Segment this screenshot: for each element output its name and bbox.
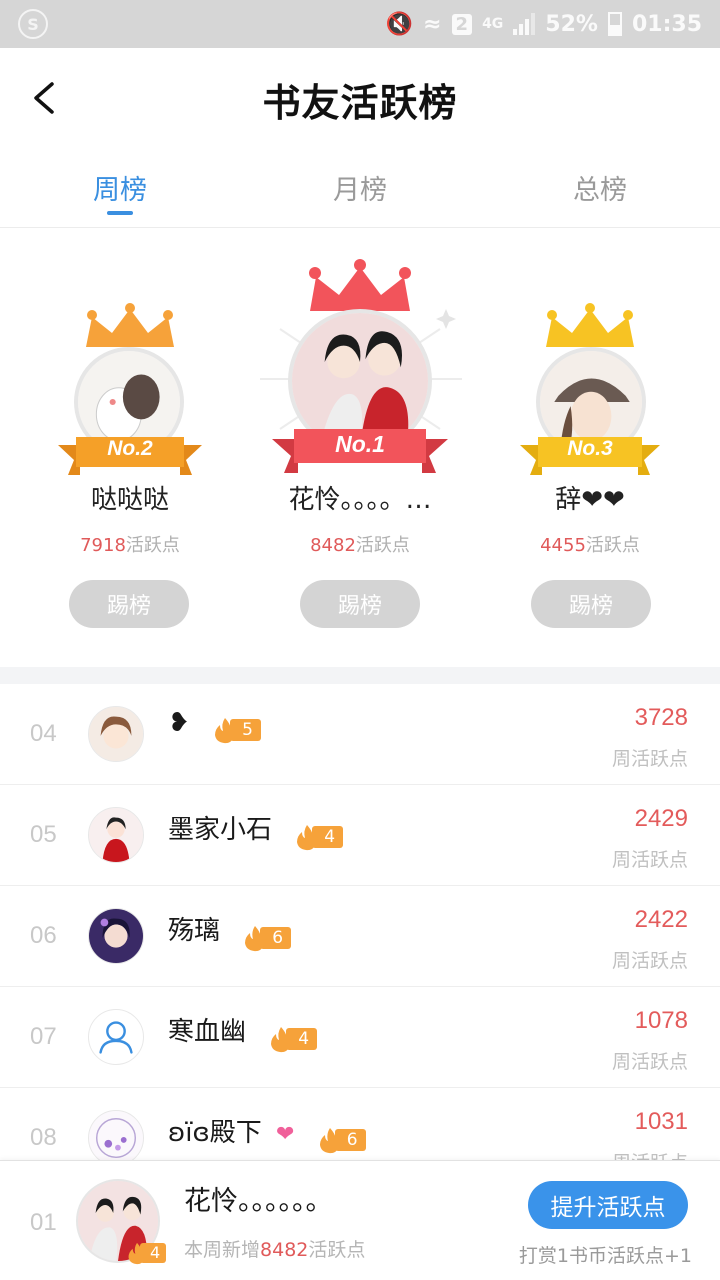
podium-first: No.1 花怜。。。。… 8482活跃点 踢榜 — [270, 229, 450, 667]
boost-activity-button[interactable]: 提升活跃点 — [528, 1181, 688, 1229]
score-label: 周活跃点 — [612, 1148, 688, 1160]
default-avatar-icon[interactable] — [88, 1009, 144, 1065]
app-notification-icon: S — [18, 9, 48, 39]
crown-icon — [546, 303, 634, 347]
header: 书友活跃榜 — [0, 48, 720, 150]
user-name: 花怜。。。。… — [288, 485, 432, 515]
list-item[interactable]: 05 墨家小石 4 2429 周活跃点 — [0, 785, 720, 886]
clock: 01:35 — [631, 11, 702, 37]
rank-number: 05 — [30, 821, 57, 848]
tab-monthly[interactable]: 月榜 — [240, 150, 480, 227]
kick-button[interactable]: 踢榜 — [300, 580, 420, 628]
flame-icon — [319, 1127, 341, 1153]
points: 8482活跃点 — [310, 535, 410, 556]
battery-icon — [607, 12, 622, 36]
wifi-icon: ≈ — [423, 11, 442, 37]
avatar[interactable] — [88, 908, 144, 964]
avatar[interactable] — [88, 1110, 144, 1160]
battery-percent: 52% — [545, 11, 598, 37]
list-item[interactable]: 08 ʚїɞ殿下 ❤ 6 1031 周活跃点 — [0, 1088, 720, 1160]
rank-number: 07 — [30, 1023, 57, 1050]
points: 4455活跃点 — [540, 535, 640, 556]
rank-number: 06 — [30, 922, 57, 949]
podium-third: No.3 辞❤❤ 4455活跃点 踢榜 — [510, 229, 670, 667]
crown-icon — [309, 259, 411, 311]
rank-label: No.1 — [335, 431, 385, 457]
list-item[interactable]: 07 寒血幽 4 1078 周活跃点 — [0, 987, 720, 1088]
level-badge: 6 — [317, 1127, 366, 1153]
my-weekly-points: 本周新增8482活跃点 — [184, 1239, 366, 1261]
heart-icon: ❤ — [276, 1122, 295, 1147]
user-name: 辞❤❤ — [555, 485, 625, 515]
level-badge: 6 — [242, 925, 292, 951]
level-badge: 4 — [268, 1026, 318, 1052]
podium: No.2 哒哒哒 7918活跃点 踢榜 No.1 花怜。。。。… 8482活跃点… — [0, 229, 720, 667]
network-type: 4G — [482, 16, 504, 32]
page-title: 书友活跃榜 — [262, 79, 458, 125]
list-item[interactable]: 06 殇璃 6 2422 周活跃点 — [0, 886, 720, 987]
rank-number: 04 — [30, 720, 57, 747]
flame-icon — [271, 1026, 293, 1052]
kick-button[interactable]: 踢榜 — [69, 580, 189, 628]
rank-label: No.3 — [567, 437, 613, 460]
flame-icon — [128, 1242, 147, 1265]
user-name: 墨家小石 4 — [168, 809, 344, 850]
avatar[interactable] — [88, 706, 144, 762]
sim-badge: 2 — [451, 13, 473, 35]
level-badge: 5 — [212, 717, 261, 743]
score: 1078 — [634, 1007, 688, 1034]
avatar[interactable] — [88, 807, 144, 863]
user-name: ❥ 5 — [168, 708, 261, 743]
rank-number: 08 — [30, 1124, 57, 1151]
kick-button[interactable]: 踢榜 — [531, 580, 651, 628]
user-name: ʚїɞ殿下 ❤ 6 — [168, 1112, 366, 1153]
score: 3728 — [634, 704, 688, 731]
score-label: 周活跃点 — [611, 849, 688, 871]
my-name: 花怜。。。。。。 — [184, 1186, 333, 1217]
back-arrow-icon[interactable] — [26, 78, 66, 118]
tab-bar: 周榜 月榜 总榜 — [0, 150, 720, 228]
boost-hint: 打赏1书币活跃点+1 — [518, 1245, 692, 1267]
crown-icon — [86, 303, 174, 347]
user-name: 哒哒哒 — [90, 485, 169, 515]
tab-weekly[interactable]: 周榜 — [0, 150, 240, 227]
level-badge: 4 — [294, 824, 344, 850]
flame-icon — [245, 925, 267, 951]
user-name: 寒血幽 4 — [168, 1011, 318, 1052]
score-label: 周活跃点 — [611, 748, 688, 770]
level-badge: 4 — [126, 1241, 167, 1265]
score-label: 周活跃点 — [611, 1051, 688, 1073]
list-item[interactable]: 04 ❥ 5 3728 周活跃点 — [0, 684, 720, 785]
ranking-list: 04 ❥ 5 3728 周活跃点 05 墨家小石 4 2429 周活跃点 06 … — [0, 684, 720, 1160]
points: 7918活跃点 — [80, 535, 180, 556]
mute-icon: 🔇 — [385, 11, 414, 37]
score: 1031 — [634, 1108, 688, 1135]
flame-icon — [297, 824, 319, 850]
my-ranking-bar: 01 4 花怜。。。。。。 本周新增8482活跃点 提升活跃点 打赏1书币活跃点… — [0, 1160, 720, 1280]
tab-all-time[interactable]: 总榜 — [480, 150, 720, 227]
score-label: 周活跃点 — [611, 950, 688, 972]
flame-icon — [215, 717, 237, 743]
status-bar: S 🔇 ≈ 2 4G 52% 01:35 — [0, 0, 720, 48]
rank-label: No.2 — [107, 437, 153, 460]
user-name: 殇璃 6 — [168, 910, 292, 951]
podium-second: No.2 哒哒哒 7918活跃点 踢榜 — [50, 229, 210, 667]
score: 2422 — [634, 906, 688, 933]
my-rank-number: 01 — [30, 1209, 57, 1236]
score: 2429 — [634, 805, 688, 832]
signal-icon — [513, 13, 536, 35]
section-divider — [0, 667, 720, 684]
